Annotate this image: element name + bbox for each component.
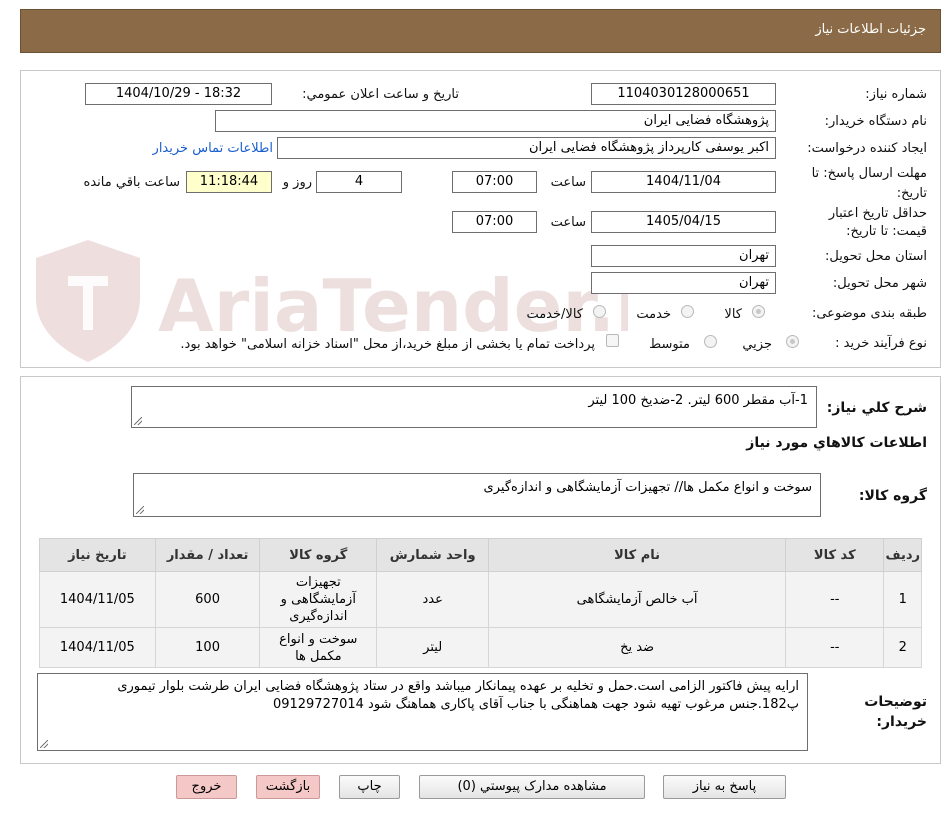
page-header: جزئیات اطلاعات نیاز [20,9,941,53]
category-goods-radio[interactable] [752,305,765,318]
treasury-payment-note: پرداخت تمام یا بخشی از مبلغ خرید،از محل … [180,337,595,352]
items-table: ردیف کد کالا نام کالا واحد شمارش گروه کا… [39,538,922,668]
deadline-time-field: 07:00 [452,171,537,193]
need-number-label: شماره نیاز: [865,87,927,102]
requester-label: ایجاد کننده درخواست: [807,141,927,156]
table-row: 2 -- ضد یخ لیتر سوخت و انواع مکمل ها 100… [39,627,922,668]
process-medium-radio[interactable] [704,335,717,348]
process-medium-label: متوسط [649,337,690,352]
goods-group-text: سوخت و انواع مکمل ها// تجهیزات آزمایشگاه… [483,480,812,495]
col-item-name: نام کالا [488,538,787,572]
cell-unit: عدد [376,571,490,628]
cell-need-date: 1404/11/05 [39,627,156,668]
buyer-notes-textarea: ارایه پیش فاکتور الزامی است.حمل و تخلیه … [37,673,808,751]
cell-row-number: 1 [883,571,922,628]
process-minor-radio[interactable] [786,335,799,348]
summary-text: 1-آب مقطر 600 لیتر. 2-ضدیخ 100 لیتر [588,393,808,408]
deadline-date-field: 1404/11/04 [591,171,776,193]
back-button[interactable]: بازگشت [256,775,320,799]
category-goods-service-radio[interactable] [593,305,606,318]
col-item-code: کد کالا [785,538,885,572]
cell-item-group: تجهیزات آزمایشگاهی و اندازه‌گیری [259,571,378,628]
category-service-label: خدمت [636,307,671,322]
cell-row-number: 2 [883,627,922,668]
city-field: تهران [591,272,776,294]
col-quantity: تعداد / مقدار [154,538,261,572]
process-minor-label: جزیي [742,337,772,352]
remaining-time-field: 11:18:44 [186,171,272,193]
category-goods-label: کالا [724,307,742,322]
announce-label: تاریخ و ساعت اعلان عمومي: [302,87,459,102]
requester-field: اکبر یوسفی کارپرداز پژوهشگاه فضایی ایران [277,137,776,159]
reply-button[interactable]: پاسخ به نیاز [663,775,786,799]
print-button[interactable]: چاپ [339,775,400,799]
cell-need-date: 1404/11/05 [39,571,156,628]
cell-item-group: سوخت و انواع مکمل ها [259,627,378,668]
cell-item-code: -- [785,627,885,668]
cell-quantity: 600 [154,571,261,628]
cell-item-code: -- [785,571,885,628]
goods-group-textarea: سوخت و انواع مکمل ها// تجهیزات آزمایشگاه… [133,473,821,517]
process-label: نوع فرآیند خرید : [835,336,927,351]
buyer-notes-text: ارایه پیش فاکتور الزامی است.حمل و تخلیه … [117,679,799,712]
table-header-row: ردیف کد کالا نام کالا واحد شمارش گروه کا… [39,538,922,572]
announce-field: 1404/10/29 - 18:32 [85,83,272,105]
table-row: 1 -- آب خالص آزمایشگاهی عدد تجهیزات آزما… [39,571,922,628]
treasury-payment-checkbox[interactable] [606,334,619,347]
need-number-field: 1104030128000651 [591,83,776,105]
cell-unit: لیتر [376,627,490,668]
days-label: روز و [282,175,312,190]
summary-label: شرح کلي نیاز: [826,400,927,416]
resize-grip[interactable] [136,506,144,514]
cell-quantity: 100 [154,627,261,668]
category-label: طبقه بندی موضوعی: [811,306,927,321]
col-unit: واحد شمارش [376,538,490,572]
resize-grip[interactable] [40,740,48,748]
col-need-date: تاریخ نیاز [39,538,156,572]
remaining-label: ساعت باقي مانده [83,175,180,190]
buyer-org-field: پژوهشگاه فضایی ایران [215,110,776,132]
col-item-group: گروه کالا [259,538,378,572]
cell-item-name: ضد یخ [488,627,787,668]
deadline-label: مهلت ارسال پاسخ: تا تاریخ: [811,166,927,201]
goods-group-label: گروه کالا: [858,488,927,504]
summary-textarea: 1-آب مقطر 600 لیتر. 2-ضدیخ 100 لیتر [131,386,817,428]
cell-item-name: آب خالص آزمایشگاهی [488,571,787,628]
validity-date-field: 1405/04/15 [591,211,776,233]
attachments-button[interactable]: مشاهده مدارک پیوستي (0) [419,775,645,799]
validity-label: حداقل تاریخ اعتبار قیمت: تا تاریخ: [828,206,927,239]
category-goods-service-label: کالا/خدمت [526,307,583,322]
buyer-notes-label: توضیحات خریدار: [864,694,927,730]
buyer-contact-link[interactable]: اطلاعات تماس خریدار [153,141,273,156]
buyer-org-label: نام دستگاه خریدار: [824,114,927,129]
validity-time-field: 07:00 [452,211,537,233]
page-title: جزئیات اطلاعات نیاز [815,22,926,37]
exit-button[interactable]: خروج [176,775,237,799]
goods-section-title: اطلاعات کالاهاي مورد نیاز [746,435,927,451]
validity-time-label: ساعت [550,215,586,230]
days-field: 4 [316,171,402,193]
col-row-number: ردیف [883,538,922,572]
category-service-radio[interactable] [681,305,694,318]
city-label: شهر محل تحویل: [832,276,927,291]
resize-grip[interactable] [134,417,142,425]
province-label: استان محل تحویل: [825,249,927,264]
deadline-time-label: ساعت [550,175,586,190]
province-field: تهران [591,245,776,267]
